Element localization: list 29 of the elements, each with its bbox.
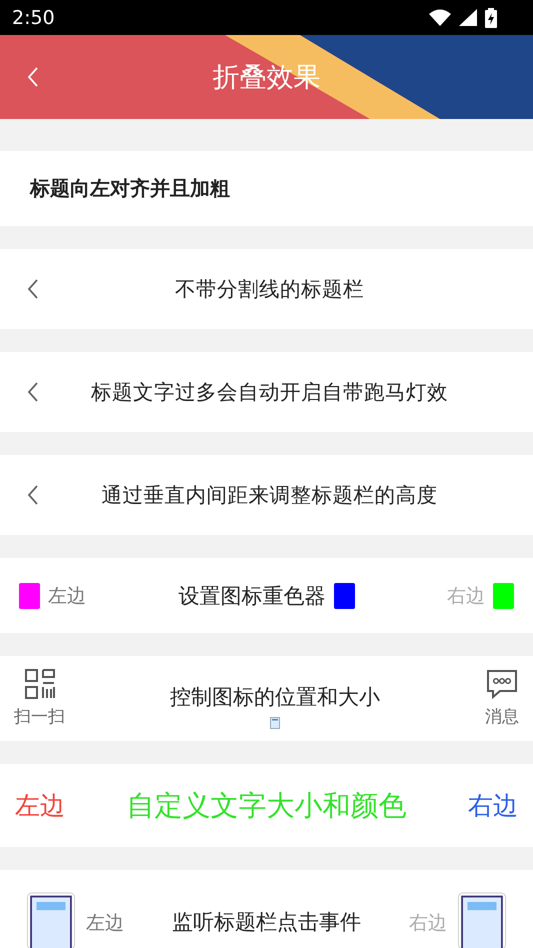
right-text[interactable]: 右边 <box>468 789 518 822</box>
bar-title: 通过垂直内间距来调整标题栏的高度 <box>100 482 438 509</box>
scan-button[interactable]: 扫一扫 <box>14 669 65 728</box>
document-icon <box>270 716 280 728</box>
right-text[interactable]: 右边 <box>409 892 447 936</box>
back-icon[interactable] <box>26 278 40 300</box>
image-icon[interactable] <box>455 892 509 948</box>
right-text[interactable]: 右边 <box>447 582 485 608</box>
battery-icon <box>485 8 497 28</box>
wifi-icon <box>429 9 451 26</box>
bar-title: 设置图标重色器 <box>178 582 326 610</box>
image-icon[interactable] <box>24 892 78 948</box>
bar-title: 监听标题栏点击事件 <box>172 909 361 936</box>
message-button[interactable]: 消息 <box>485 669 519 728</box>
left-text[interactable]: 左边 <box>86 892 124 936</box>
status-time: 2:50 <box>12 6 55 28</box>
chat-bubble-icon <box>486 669 518 699</box>
bar-title: 标题向左对齐并且加粗 <box>30 175 230 202</box>
qr-code-icon <box>24 669 54 699</box>
bar-title: 自定义文字大小和颜色 <box>126 788 406 824</box>
bar-title: 标题文字过多会自动开启自带跑马灯效 <box>90 379 449 406</box>
left-text[interactable]: 左边 <box>15 789 65 822</box>
back-icon[interactable] <box>26 484 40 506</box>
left-text[interactable]: 左边 <box>48 582 86 608</box>
signal-icon <box>459 9 477 26</box>
back-icon[interactable] <box>26 381 40 403</box>
bar-title: 控制图标的位置和大小 <box>170 684 380 710</box>
back-icon[interactable] <box>26 66 40 88</box>
bar-title: 不带分割线的标题栏 <box>174 276 365 303</box>
